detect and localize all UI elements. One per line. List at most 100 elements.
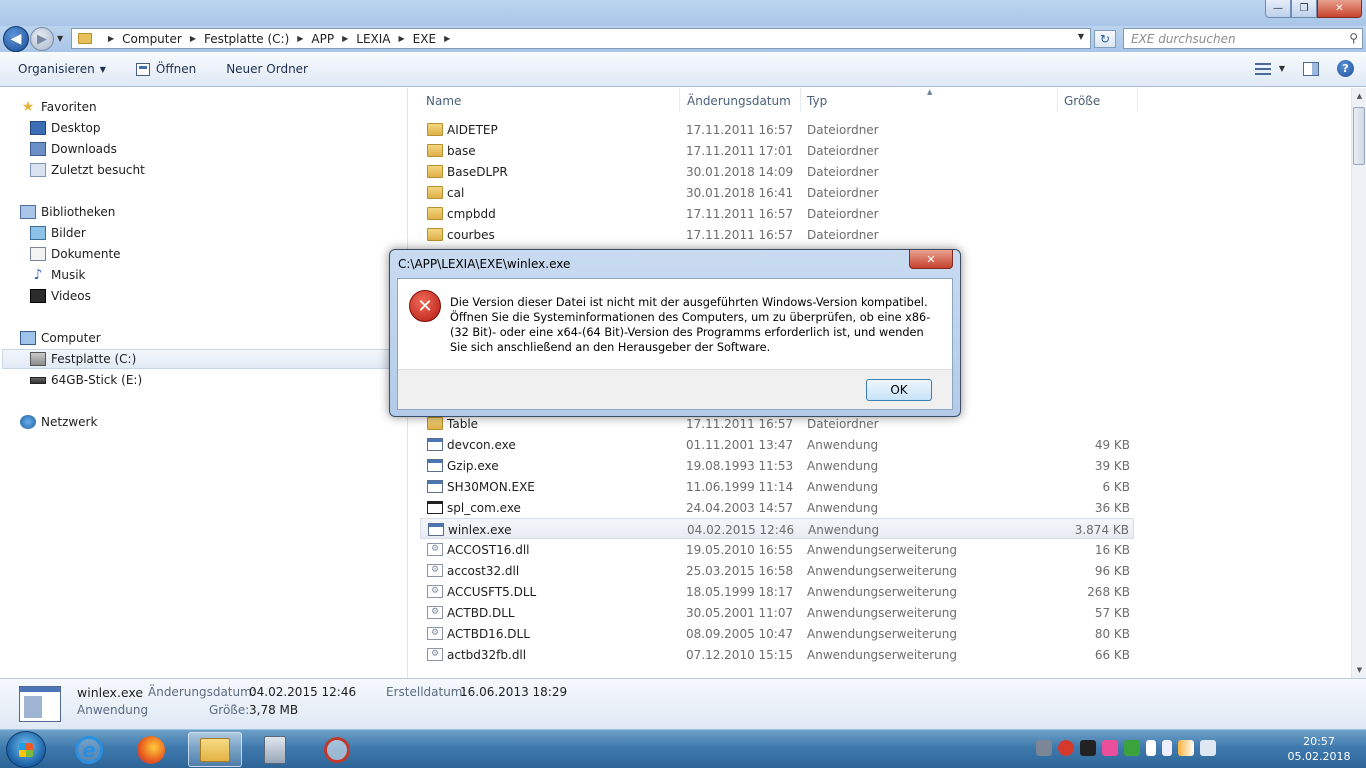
minimize-button[interactable]: —	[1265, 0, 1291, 18]
file-row[interactable]: courbes 17.11.2011 16:57 Dateiordner	[420, 224, 1134, 245]
nav-music[interactable]: ♪ Musik	[30, 265, 86, 285]
nav-pictures[interactable]: Bilder	[30, 223, 86, 243]
taskbar-tool[interactable]	[310, 732, 364, 767]
search-icon[interactable]: ⚲	[1349, 31, 1358, 45]
network-signal-icon[interactable]	[1178, 740, 1194, 756]
column-name[interactable]: Name	[426, 94, 461, 108]
breadcrumb-lexia[interactable]: LEXIA ▶	[356, 32, 412, 46]
address-dropdown-icon[interactable]: ▼	[1078, 32, 1084, 41]
column-divider[interactable]	[1137, 88, 1138, 112]
close-button[interactable]: ✕	[1317, 0, 1362, 18]
nav-videos[interactable]: Videos	[30, 286, 91, 306]
file-row[interactable]: AIDETEP 17.11.2011 16:57 Dateiordner	[420, 119, 1134, 140]
file-date: 17.11.2011 16:57	[686, 207, 794, 221]
help-icon[interactable]: ?	[1337, 60, 1354, 77]
taskbar-calculator[interactable]	[248, 732, 302, 767]
file-row[interactable]: base 17.11.2011 17:01 Dateiordner	[420, 140, 1134, 161]
tray-pink-app-icon[interactable]	[1102, 740, 1118, 756]
nav-computer[interactable]: Computer	[20, 328, 101, 348]
breadcrumb-drive-c[interactable]: Festplatte (C:) ▶	[204, 32, 311, 46]
file-row[interactable]: ACTBD16.DLL 08.09.2005 10:47 Anwendungserw…	[420, 623, 1134, 644]
maximize-button[interactable]: ❐	[1291, 0, 1317, 18]
column-date[interactable]: Änderungsdatum	[687, 94, 791, 108]
breadcrumb-computer[interactable]: Computer ▶	[122, 32, 204, 46]
tray-app-icon[interactable]	[1080, 740, 1096, 756]
breadcrumb-app[interactable]: APP ▶	[311, 32, 356, 46]
file-row[interactable]: Gzip.exe 19.08.1993 11:53 Anwendung 39 KB	[420, 455, 1134, 476]
file-type: Dateiordner	[807, 186, 879, 200]
tray-device-icon[interactable]	[1036, 740, 1052, 756]
file-row[interactable]: cmpbdd 17.11.2011 16:57 Dateiordner	[420, 203, 1134, 224]
nav-desktop[interactable]: Desktop	[30, 118, 101, 138]
preview-pane-icon[interactable]	[1303, 61, 1319, 76]
nav-drive-e[interactable]: 64GB-Stick (E:)	[30, 370, 142, 390]
file-row[interactable]: BaseDLPR 30.01.2018 14:09 Dateiordner	[420, 161, 1134, 182]
file-row[interactable]: devcon.exe 01.11.2001 13:47 Anwendung 49 KB	[420, 434, 1134, 455]
ok-button[interactable]: OK	[866, 379, 932, 401]
nav-network[interactable]: Netzwerk	[20, 412, 97, 432]
open-button[interactable]: Öffnen	[135, 62, 196, 76]
taskbar-internet-explorer[interactable]: e	[62, 732, 116, 767]
column-divider[interactable]	[679, 88, 680, 112]
details-size-value: 3,78 MB	[249, 703, 299, 717]
tray-stop-icon[interactable]	[1058, 740, 1074, 756]
file-name: courbes	[447, 228, 495, 242]
column-divider[interactable]	[800, 88, 801, 112]
clock[interactable]: 20:57 05.02.2018	[1284, 734, 1354, 764]
file-type: Anwendung	[807, 438, 879, 452]
file-type: Dateiordner	[807, 207, 879, 221]
breadcrumb-exe[interactable]: EXE ▶	[413, 32, 459, 46]
search-input[interactable]: EXE durchsuchen ⚲	[1123, 28, 1363, 49]
file-row[interactable]: winlex.exe 04.02.2015 12:46 Anwendung 3.874…	[420, 518, 1134, 539]
nav-libraries[interactable]: Bibliotheken	[20, 202, 115, 222]
nav-downloads[interactable]: Downloads	[30, 139, 117, 159]
recent-pages-dropdown[interactable]: ▼	[57, 34, 63, 43]
refresh-button[interactable]: ↻	[1094, 30, 1116, 48]
file-row[interactable]: cal 30.01.2018 16:41 Dateiordner	[420, 182, 1134, 203]
file-date: 17.11.2011 16:57	[686, 417, 794, 431]
column-divider[interactable]	[1057, 88, 1058, 112]
start-button[interactable]	[6, 731, 46, 768]
dialog-close-button[interactable]: ✕	[909, 250, 953, 269]
nav-recent[interactable]: Zuletzt besucht	[30, 160, 145, 180]
scroll-thumb[interactable]	[1353, 107, 1365, 165]
file-row[interactable]: SH30MON.EXE 11.06.1999 11:14 Anwendung 6 KB	[420, 476, 1134, 497]
nav-label: Musik	[51, 268, 86, 282]
taskbar-explorer[interactable]	[188, 732, 242, 767]
file-name: ACCUSFT5.DLL	[447, 585, 537, 599]
file-row[interactable]: accost32.dll 25.03.2015 16:58 Anwendungser…	[420, 560, 1134, 581]
tray-security-icon[interactable]	[1124, 740, 1140, 756]
breadcrumb-root-chevron[interactable]: ▶	[100, 34, 122, 43]
organize-button[interactable]: Organisieren ▼	[18, 62, 106, 76]
scroll-up-arrow[interactable]: ▲	[1352, 88, 1366, 104]
details-modified-value: 04.02.2015 12:46	[249, 685, 357, 699]
taskbar-firefox[interactable]	[124, 732, 178, 767]
nav-documents[interactable]: Dokumente	[30, 244, 121, 264]
tray-device-manager-icon[interactable]	[1162, 740, 1172, 756]
vertical-scrollbar[interactable]: ▲ ▼	[1351, 88, 1366, 678]
file-row[interactable]: ACTBD.DLL 30.05.2001 11:07 Anwendungserwei…	[420, 602, 1134, 623]
back-button[interactable]: ◀	[3, 26, 29, 52]
new-folder-button[interactable]: Neuer Ordner	[226, 62, 308, 76]
file-size: 96 KB	[1094, 564, 1130, 578]
file-row[interactable]: actbd32fb.dll 07.12.2010 15:15 Anwendungse…	[420, 644, 1134, 665]
address-bar[interactable]: ▶ Computer ▶ Festplatte (C:) ▶ APP ▶ LEXIA ▶…	[71, 28, 1091, 49]
column-size[interactable]: Größe	[1064, 94, 1100, 108]
file-size: 49 KB	[1094, 438, 1130, 452]
file-row[interactable]: ACCUSFT5.DLL 18.05.1999 18:17 Anwendungser…	[420, 581, 1134, 602]
organize-label: Organisieren	[18, 62, 95, 76]
nav-drive-c[interactable]: Festplatte (C:)	[2, 349, 402, 369]
file-row[interactable]: ACCOST16.dll 19.05.2010 16:55 Anwendungser…	[420, 539, 1134, 560]
change-view-button[interactable]: ▼	[1254, 62, 1285, 75]
file-size: 3.874 KB	[1074, 523, 1129, 537]
forward-button[interactable]: ▶	[30, 27, 54, 51]
nav-label: Festplatte (C:)	[51, 352, 137, 366]
file-type: Anwendungserweiterung	[807, 627, 958, 641]
column-type[interactable]: Typ	[807, 94, 827, 108]
nav-favorites[interactable]: ★ Favoriten	[20, 97, 97, 117]
file-date: 18.05.1999 18:17	[686, 585, 794, 599]
file-row[interactable]: spl_com.exe 24.04.2003 14:57 Anwendung 36 K…	[420, 497, 1134, 518]
scroll-down-arrow[interactable]: ▼	[1352, 662, 1366, 678]
action-center-flag-icon[interactable]	[1146, 740, 1156, 756]
volume-icon[interactable]	[1200, 740, 1216, 756]
